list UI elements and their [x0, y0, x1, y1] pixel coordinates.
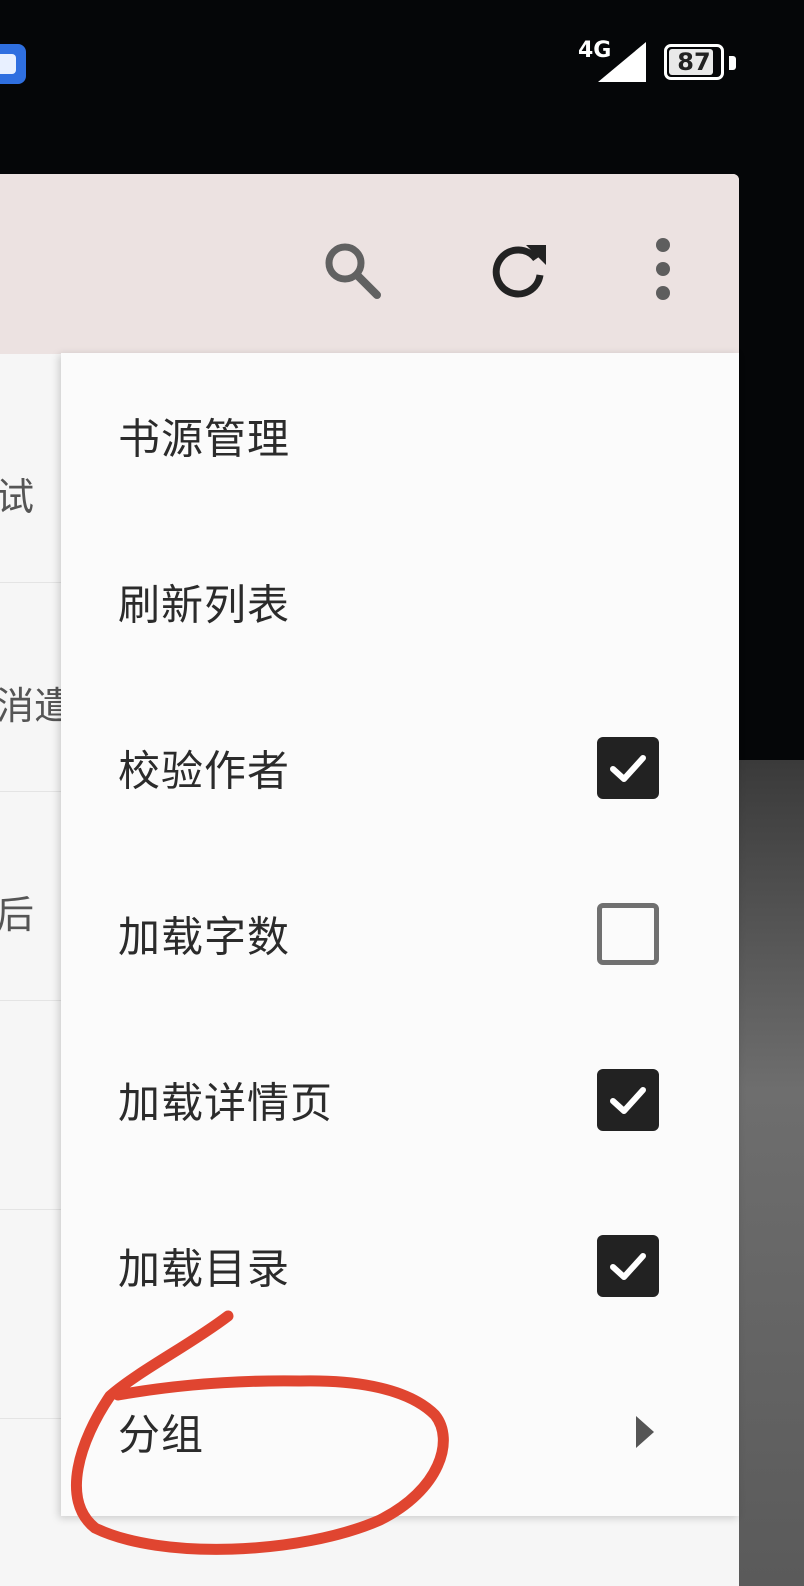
menu-item-label: 书源管理	[118, 414, 291, 464]
submenu-arrow-icon	[636, 1416, 654, 1448]
status-bar: 4G 87	[0, 0, 804, 130]
overflow-menu: 书源管理 刷新列表 校验作者 加载字数 加载详情页 加载目录 分组	[61, 353, 739, 1516]
check-icon	[610, 755, 646, 782]
menu-item-load-detail-page[interactable]: 加载详情页	[61, 1017, 739, 1183]
battery-tip	[729, 56, 736, 70]
check-icon	[610, 1087, 646, 1114]
app-notification-icon	[0, 44, 26, 84]
menu-item-label: 校验作者	[118, 746, 291, 796]
menu-item-label: 加载字数	[118, 912, 291, 962]
menu-item-load-toc[interactable]: 加载目录	[61, 1183, 739, 1349]
menu-item-label: 分组	[118, 1410, 205, 1460]
more-options-button[interactable]	[628, 234, 698, 304]
list-item-fragment: 后	[0, 893, 35, 937]
menu-item-label: 加载详情页	[118, 1078, 334, 1128]
load-toc-checkbox[interactable]	[597, 1235, 659, 1297]
search-icon	[325, 243, 381, 299]
check-icon	[610, 1253, 646, 1280]
menu-item-verify-author[interactable]: 校验作者	[61, 685, 739, 851]
signal-icon	[598, 42, 646, 82]
menu-item-source-manage[interactable]: 书源管理	[61, 353, 739, 519]
verify-author-checkbox[interactable]	[597, 737, 659, 799]
search-button[interactable]	[316, 234, 386, 304]
menu-item-group[interactable]: 分组	[61, 1349, 739, 1515]
refresh-button[interactable]	[483, 234, 553, 304]
load-word-count-checkbox[interactable]	[597, 903, 659, 965]
battery-icon: 87	[664, 44, 724, 80]
menu-item-label: 刷新列表	[118, 580, 291, 630]
menu-item-refresh-list[interactable]: 刷新列表	[61, 519, 739, 685]
background-window-edge	[739, 760, 804, 1586]
refresh-icon	[492, 245, 546, 298]
menu-item-label: 加载目录	[118, 1244, 291, 1294]
toolbar	[0, 174, 739, 354]
list-item-fragment: 试	[0, 475, 35, 519]
load-detail-page-checkbox[interactable]	[597, 1069, 659, 1131]
more-vert-icon	[656, 238, 670, 300]
menu-item-load-word-count[interactable]: 加载字数	[61, 851, 739, 1017]
battery-level: 87	[677, 48, 711, 76]
